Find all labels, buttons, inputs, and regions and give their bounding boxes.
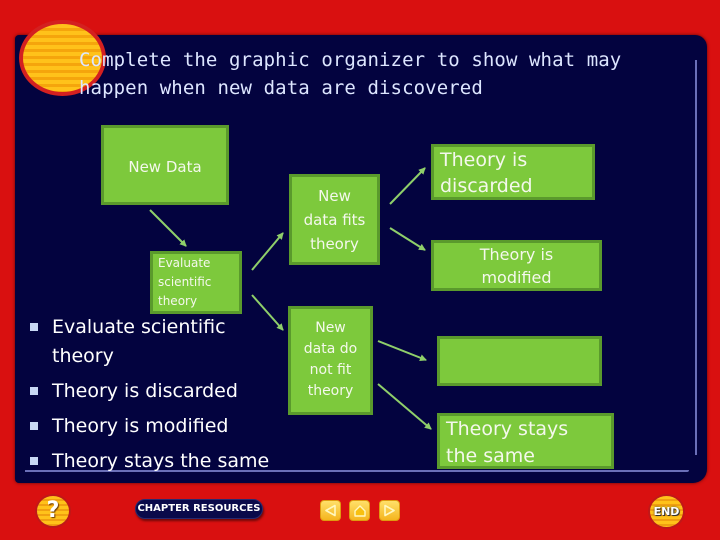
end-button[interactable]: END: [648, 494, 685, 529]
box-label-line: Evaluate: [158, 256, 211, 270]
list-item-text: Theory stays the same: [52, 450, 270, 472]
box-label-line: discarded: [440, 175, 533, 197]
previous-button[interactable]: [320, 500, 341, 521]
answer-bullet-list: Evaluate scientific theory Theory is dis…: [30, 313, 290, 482]
box-label-line: data do: [303, 341, 358, 357]
panel-border-line: [695, 60, 697, 455]
box-evaluate-theory: Evaluate scientific theory: [150, 251, 242, 314]
box-label-line: New: [318, 186, 351, 205]
box-label-line: Theory stays: [446, 418, 569, 440]
bullet-square-icon: [30, 387, 38, 395]
box-label-line: theory: [158, 294, 198, 308]
page-title: Complete the graphic organizer to show w…: [79, 46, 679, 102]
box-label-line: data fits: [303, 210, 366, 229]
box-data-not-fit-theory: New data do not fit theory: [288, 306, 373, 415]
box-label-line: New: [315, 320, 346, 336]
title-line-1: Complete the graphic organizer to show w…: [79, 49, 622, 71]
box-label-line: not fit: [309, 362, 352, 378]
help-button[interactable]: ?: [35, 494, 71, 528]
list-item: Theory stays the same: [30, 447, 290, 476]
house-icon: [353, 504, 366, 517]
bullet-square-icon: [30, 422, 38, 430]
bullet-square-icon: [30, 457, 38, 465]
chapter-resources-button[interactable]: CHAPTER RESOURCES: [135, 499, 263, 519]
list-item-text: Theory is modified: [52, 415, 229, 437]
bullet-square-icon: [30, 323, 38, 331]
box-empty-answer[interactable]: [437, 336, 602, 386]
box-label-line: theory: [307, 383, 354, 399]
box-label-line: Theory is: [479, 244, 554, 264]
box-theory-stays-same: Theory stays the same: [437, 413, 614, 469]
box-label-line: the same: [446, 445, 535, 467]
next-button[interactable]: [379, 500, 400, 521]
box-data-fits-theory: New data fits theory: [289, 174, 380, 265]
question-mark-icon: ?: [46, 498, 60, 523]
list-item-text: Theory is discarded: [52, 380, 238, 402]
box-new-data: New Data: [101, 125, 229, 205]
list-item: Theory is modified: [30, 412, 290, 441]
list-item: Evaluate scientific theory: [30, 313, 290, 371]
end-label: END: [653, 505, 680, 518]
box-theory-discarded: Theory is discarded: [431, 144, 595, 200]
box-label: New Data: [128, 158, 202, 176]
box-label-line: scientific: [158, 275, 212, 289]
list-item-text: Evaluate scientific theory: [52, 316, 226, 367]
home-button[interactable]: [349, 500, 370, 521]
triangle-left-icon: [325, 504, 336, 517]
title-line-2: happen when new data are discovered: [79, 77, 483, 99]
list-item: Theory is discarded: [30, 377, 290, 406]
box-label-line: modified: [481, 267, 552, 287]
box-label-line: theory: [310, 234, 359, 253]
box-theory-modified: Theory is modified: [431, 240, 602, 291]
chapter-resources-label: CHAPTER RESOURCES: [137, 503, 261, 514]
box-label-line: Theory is: [440, 149, 528, 171]
triangle-right-icon: [384, 504, 395, 517]
